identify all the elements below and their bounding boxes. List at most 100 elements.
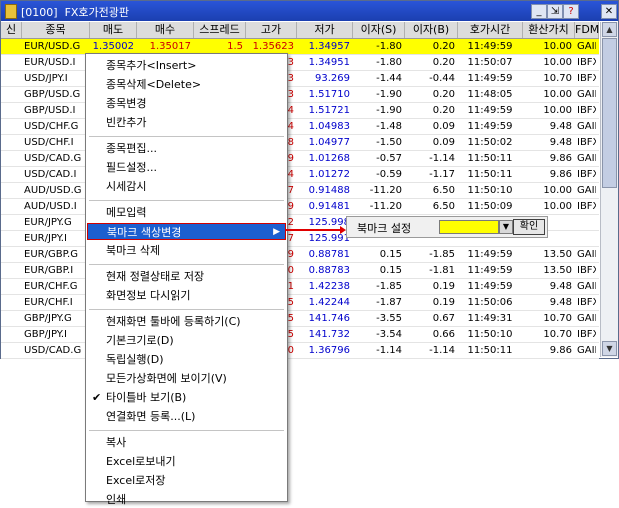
cell-value: 10.00: [543, 105, 572, 116]
cell-time: 11:50:09: [467, 201, 513, 212]
menu-item[interactable]: ✔ 타이틀바 보기(B): [87, 389, 286, 406]
menu-item[interactable]: 종목편집...: [87, 140, 286, 157]
cell-low: 0.91488: [308, 185, 350, 196]
menu-item[interactable]: 인쇄: [87, 491, 286, 508]
cell-value: 10.70: [543, 329, 572, 340]
cell-fdm: GAIN: [577, 41, 596, 52]
chevron-down-icon[interactable]: ▼: [499, 220, 513, 234]
minimize-button[interactable]: _: [531, 4, 547, 19]
cell-int_s: -3.54: [376, 329, 402, 340]
scroll-thumb[interactable]: [602, 38, 617, 188]
cell-time: 11:49:31: [467, 313, 513, 324]
cell-high: 1.35623: [252, 41, 294, 52]
menu-item[interactable]: 북마크 색상변경 ▶: [87, 223, 286, 240]
menu-item[interactable]: 연결화면 등록...(L): [87, 408, 286, 425]
vertical-scrollbar[interactable]: ▲ ▼: [600, 22, 618, 357]
cell-fdm: [577, 215, 596, 230]
column-header[interactable]: 신: [1, 22, 22, 38]
cell-fdm: [577, 231, 596, 246]
column-header[interactable]: 호가시간: [458, 22, 523, 38]
menu-item-label: Excel로저장: [106, 474, 166, 487]
cell-value: 9.86: [549, 153, 572, 164]
menu-item[interactable]: 현재화면 툴바에 등록하기(C): [87, 313, 286, 330]
menu-item[interactable]: 종목변경: [87, 95, 286, 112]
column-header[interactable]: 매수: [137, 22, 194, 38]
menu-item[interactable]: 시세감시: [87, 178, 286, 195]
menu-item[interactable]: 빈칸추가: [87, 114, 286, 131]
menu-item-label: 메모입력: [106, 206, 147, 219]
cell-symbol: USD/CHF.G: [24, 121, 79, 132]
cell-int_s: -11.20: [369, 201, 402, 212]
column-header[interactable]: 저가: [297, 22, 353, 38]
cell-value: 9.48: [549, 281, 572, 292]
cell-time: 11:50:11: [467, 153, 513, 164]
menu-separator: [89, 309, 284, 310]
column-header[interactable]: FDM: [575, 22, 599, 38]
menu-item[interactable]: 복사: [87, 434, 286, 451]
cell-value: 10.00: [543, 41, 572, 52]
cell-value: 13.50: [543, 249, 572, 260]
cell-int_b: -1.85: [429, 249, 455, 260]
menu-item[interactable]: 종목추가<Insert>: [87, 57, 286, 74]
help-button[interactable]: ?: [563, 4, 579, 19]
menu-item[interactable]: 기본크기로(D): [87, 332, 286, 349]
cell-symbol: EUR/GBP.G: [24, 249, 78, 260]
cell-value: 9.86: [549, 345, 572, 356]
scroll-down-icon[interactable]: ▼: [602, 341, 617, 356]
window-title: [0100] FX호가전광판: [21, 6, 130, 19]
cell-int_b: 0.67: [432, 313, 455, 324]
column-header[interactable]: 이자(B): [405, 22, 458, 38]
menu-item[interactable]: 북마크 삭제: [87, 242, 286, 259]
scroll-up-icon[interactable]: ▲: [602, 22, 617, 37]
cell-low: 1.51721: [308, 105, 350, 116]
cell-int_b: 0.09: [432, 121, 455, 132]
cell-int_b: -0.44: [429, 73, 455, 84]
column-header[interactable]: 이자(S): [353, 22, 405, 38]
cell-value: 10.00: [543, 201, 572, 212]
cell-int_s: -0.57: [376, 153, 402, 164]
cell-symbol: USD/CHF.I: [24, 137, 74, 148]
cell-int_s: -0.59: [376, 169, 402, 180]
menu-item-label: 모든가상화면에 보이기(V): [106, 372, 227, 385]
column-header[interactable]: 고가: [246, 22, 297, 38]
cell-value: 9.48: [549, 297, 572, 308]
close-button[interactable]: ✕: [601, 4, 617, 19]
column-header[interactable]: 환산가치: [523, 22, 575, 38]
cell-fdm: GAIN: [577, 281, 596, 292]
menu-item-label: Excel로보내기: [106, 455, 176, 468]
cell-time: 11:48:05: [467, 89, 513, 100]
menu-item-label: 필드설정...: [106, 161, 157, 174]
menu-item[interactable]: 종목삭제<Delete>: [87, 76, 286, 93]
menu-item[interactable]: 현재 정렬상태로 저장: [87, 268, 286, 285]
cell-fdm: IBFX: [577, 57, 596, 68]
menu-item-label: 기본크기로(D): [106, 334, 174, 347]
confirm-button[interactable]: 확인: [513, 219, 545, 235]
cell-int_b: -1.14: [429, 345, 455, 356]
cell-int_b: 6.50: [432, 201, 455, 212]
cell-int_s: -1.44: [376, 73, 402, 84]
column-header[interactable]: 종목: [22, 22, 90, 38]
cell-sell: 1.35002: [92, 41, 134, 52]
title-bar[interactable]: [0100] FX호가전광판 _ ⇲ ? ✕: [1, 1, 618, 21]
cell-symbol: GBP/JPY.G: [24, 313, 72, 324]
menu-item[interactable]: Excel로보내기: [87, 453, 286, 470]
cell-time: 11:50:07: [467, 57, 513, 68]
menu-item[interactable]: 화면정보 다시읽기: [87, 287, 286, 304]
menu-item[interactable]: 메모입력: [87, 204, 286, 221]
cell-symbol: EUR/USD.I: [24, 57, 76, 68]
menu-item[interactable]: 독립실행(D): [87, 351, 286, 368]
menu-item-label: 독립실행(D): [106, 353, 164, 366]
restore-button[interactable]: ⇲: [547, 4, 563, 19]
cell-low: 1.04977: [308, 137, 350, 148]
bookmark-color-select[interactable]: [439, 220, 499, 234]
cell-int_s: -1.85: [376, 281, 402, 292]
menu-item[interactable]: Excel로저장: [87, 472, 286, 489]
menu-item[interactable]: 필드설정...: [87, 159, 286, 176]
cell-low: 0.88781: [308, 249, 350, 260]
cell-time: 11:50:10: [467, 329, 513, 340]
cell-time: 11:50:10: [467, 185, 513, 196]
menu-item[interactable]: 모든가상화면에 보이기(V): [87, 370, 286, 387]
column-header[interactable]: 매도: [90, 22, 137, 38]
column-header[interactable]: 스프레드: [194, 22, 246, 38]
cell-value: 9.48: [549, 137, 572, 148]
